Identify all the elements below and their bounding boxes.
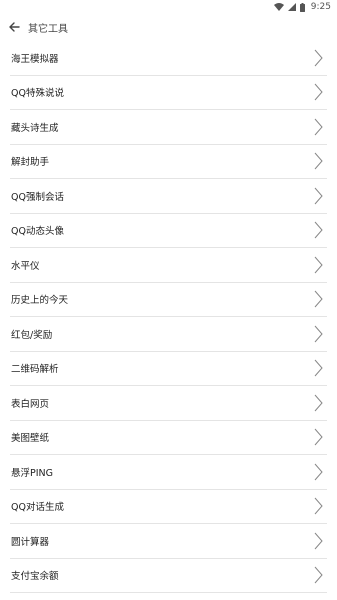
tool-list: 海王模拟器 QQ特殊说说 藏头诗生成解封助手 QQ强制会话 QQ动态头像 水平仪历史上的今… <box>0 41 337 593</box>
chevron-right-icon <box>311 358 325 378</box>
list-item[interactable]: 悬浮PING <box>10 455 327 490</box>
list-item[interactable]: 水平仪 <box>10 248 327 283</box>
list-item-label: QQ对话生成 <box>11 502 64 514</box>
list-item[interactable]: 海王模拟器 <box>10 41 327 76</box>
wifi-icon <box>273 3 284 11</box>
chevron-right-icon <box>311 565 325 585</box>
list-item-label: 水平仪 <box>11 260 40 272</box>
battery-icon <box>299 2 305 12</box>
list-item[interactable]: QQ强制会话 <box>10 179 327 214</box>
page-title: 其它工具 <box>28 24 68 35</box>
list-item[interactable]: 解封助手 <box>10 145 327 179</box>
list-item-label: 支付宝余额 <box>11 571 59 583</box>
list-item[interactable]: 圆计算器 <box>10 524 327 559</box>
list-item[interactable]: QQ动态头像 <box>10 214 327 248</box>
chevron-right-icon <box>311 531 325 551</box>
list-item[interactable]: 美图壁纸 <box>10 421 327 455</box>
list-item-label: 二维码解析 <box>11 364 59 376</box>
chevron-right-icon <box>311 255 325 275</box>
chevron-right-icon <box>311 186 325 206</box>
chevron-right-icon <box>311 324 325 344</box>
list-item-label: QQ动态头像 <box>11 226 64 238</box>
back-button[interactable] <box>0 14 28 41</box>
list-item-label: 美图壁纸 <box>11 433 50 445</box>
list-item-label: 海王模拟器 <box>11 53 59 65</box>
list-item[interactable]: QQ对话生成 <box>10 490 327 524</box>
list-item-label: QQ特殊说说 <box>11 88 64 100</box>
list-item-label: 历史上的今天 <box>11 295 69 307</box>
list-item[interactable]: 红包/奖励 <box>10 317 327 352</box>
list-item[interactable]: 历史上的今天 <box>10 283 327 317</box>
chevron-right-icon <box>311 393 325 413</box>
list-item-label: QQ强制会话 <box>11 191 64 203</box>
list-item[interactable]: 表白网页 <box>10 386 327 421</box>
list-item-label: 红包/奖励 <box>11 329 53 341</box>
chevron-right-icon <box>311 427 325 447</box>
arrow-left-icon <box>8 18 20 37</box>
list-item-label: 表白网页 <box>11 398 50 410</box>
chevron-right-icon <box>311 289 325 309</box>
chevron-right-icon <box>311 220 325 240</box>
chevron-right-icon <box>311 48 325 68</box>
list-item-label: 悬浮PING <box>11 467 53 479</box>
chevron-right-icon <box>311 117 325 137</box>
status-time: 9:25 <box>310 2 331 12</box>
list-item[interactable]: 藏头诗生成 <box>10 110 327 145</box>
chevron-right-icon <box>311 496 325 516</box>
list-item-label: 圆计算器 <box>11 536 50 548</box>
list-item[interactable]: 二维码解析 <box>10 352 327 386</box>
chevron-right-icon <box>311 151 325 171</box>
chevron-right-icon <box>311 462 325 482</box>
app-bar: 其它工具 <box>0 14 337 41</box>
list-item-label: 解封助手 <box>11 157 50 169</box>
signal-icon <box>287 3 296 11</box>
status-bar: 9:25 <box>0 0 337 14</box>
list-item-label: 藏头诗生成 <box>11 122 59 134</box>
list-item[interactable]: QQ特殊说说 <box>10 76 327 110</box>
list-item[interactable]: 支付宝余额 <box>10 559 327 593</box>
chevron-right-icon <box>311 82 325 102</box>
